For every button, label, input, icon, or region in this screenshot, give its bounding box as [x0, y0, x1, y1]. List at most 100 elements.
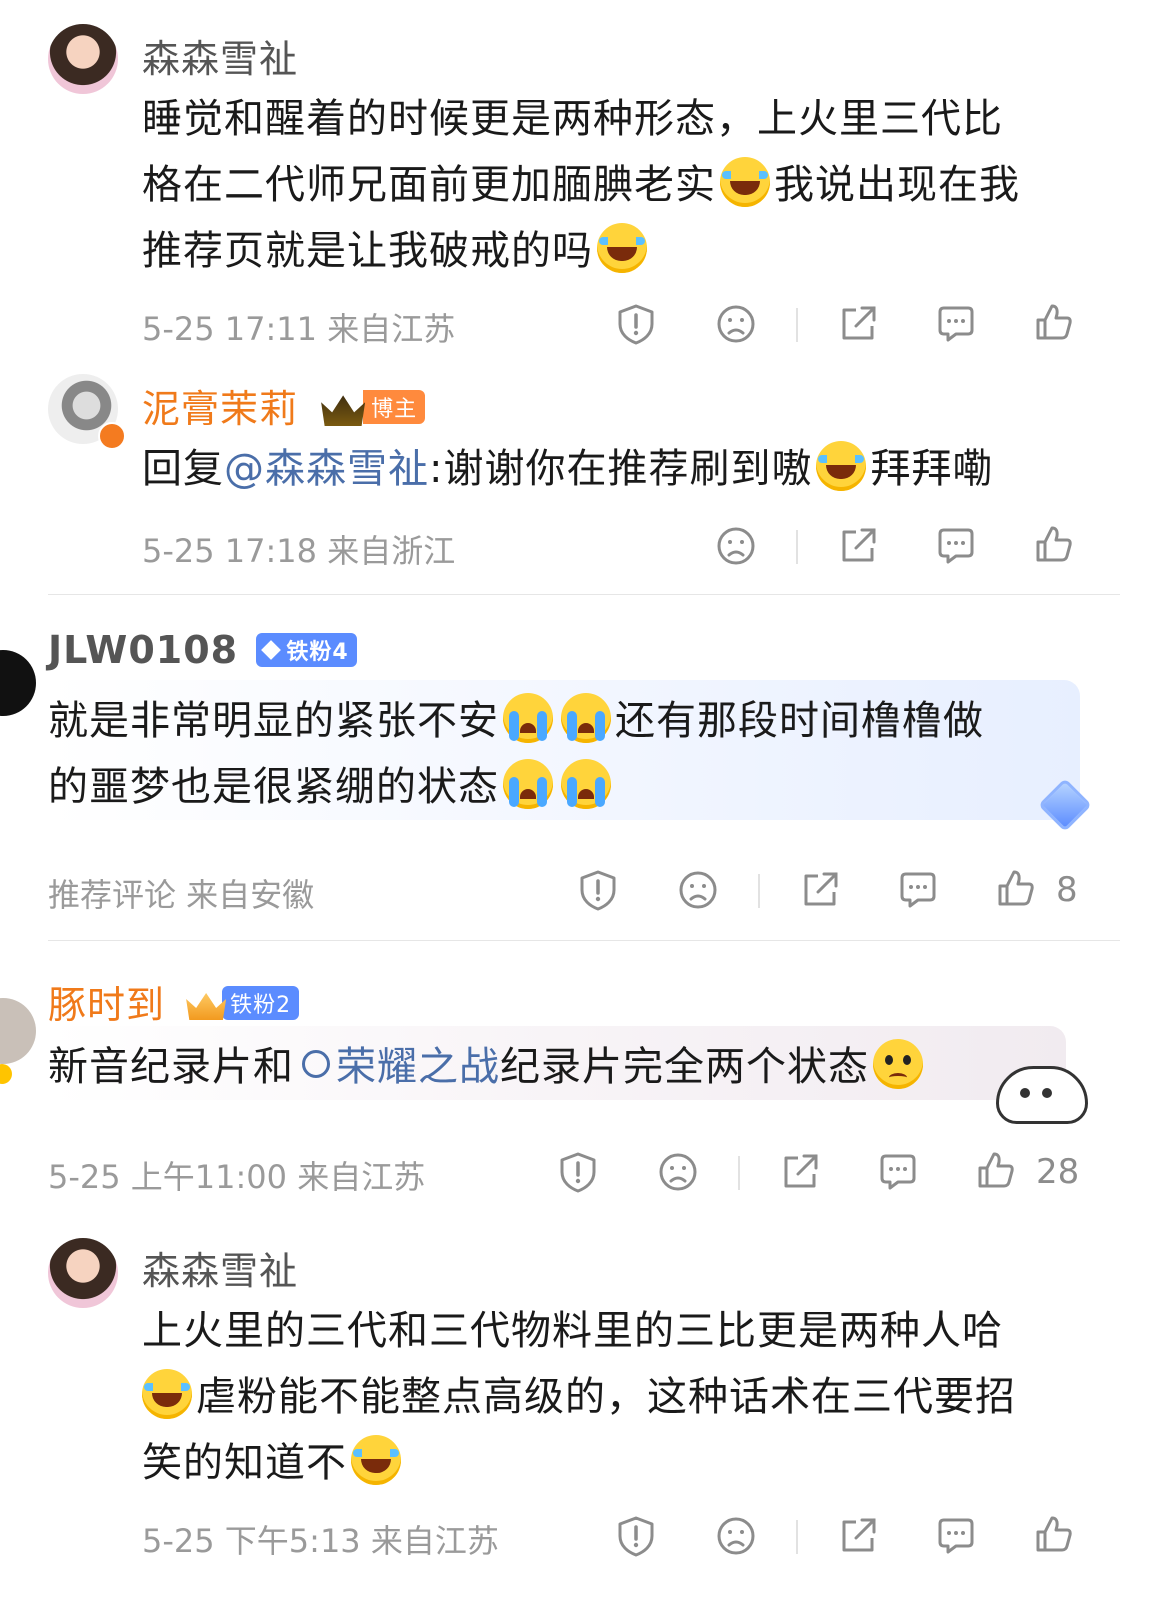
dislike-face-icon[interactable]: [714, 1514, 758, 1558]
crying-emoji-icon: [503, 693, 553, 743]
comment-text: 新音纪录片和 荣耀之战纪录片完全两个状态: [48, 1034, 927, 1100]
dislike-face-icon[interactable]: [676, 868, 720, 912]
divider: [48, 940, 1120, 941]
comment-author[interactable]: 森森雪祉: [142, 1240, 298, 1295]
comment-line: 睡觉和醒着的时候更是两种形态，上火里三代比: [142, 96, 1003, 142]
topic-link[interactable]: 荣耀之战: [336, 1044, 500, 1090]
like-icon[interactable]: [1032, 1512, 1076, 1556]
comment-text: 就是非常明显的紧张不安 还有那段时间橹橹做 的噩梦也是很紧绷的状态: [48, 688, 1068, 820]
report-icon[interactable]: [614, 1514, 658, 1558]
comment-meta: 推荐评论 来自安徽: [48, 876, 315, 914]
comment-line: 就是非常明显的紧张不安 还有那段时间橹橹做: [48, 688, 1068, 754]
comment-meta: 5-25 上午11:00 来自江苏: [48, 1158, 426, 1196]
comment-line: 虐粉能不能整点高级的，这种话术在三代要招: [142, 1364, 1102, 1430]
share-icon[interactable]: [836, 302, 880, 346]
avatar[interactable]: [0, 650, 36, 716]
comment-meta: 5-25 17:11 来自江苏: [142, 310, 456, 348]
dislike-face-icon[interactable]: [656, 1150, 700, 1194]
like-icon[interactable]: [1032, 522, 1076, 566]
laugh-cry-emoji-icon: [597, 223, 647, 273]
comment-line-segment: 纪录片完全两个状态: [500, 1044, 869, 1090]
author-name: 豚时到: [48, 983, 166, 1027]
comment-line: 格在二代师兄面前更加腼腆老实 我说出现在我: [142, 152, 1102, 218]
comment-line: 的噩梦也是很紧绷的状态: [48, 754, 1068, 820]
crying-emoji-icon: [561, 759, 611, 809]
comment-line-segment: 推荐页就是让我破戒的吗: [142, 228, 593, 274]
divider: [796, 1520, 798, 1554]
fan-badge: 铁粉4: [256, 633, 357, 667]
divider: [796, 530, 798, 564]
like-count: 28: [1036, 1152, 1080, 1192]
dislike-face-icon[interactable]: [714, 302, 758, 346]
comment-line-segment: 还有那段时间橹橹做: [615, 698, 984, 744]
laugh-cry-emoji-icon: [720, 157, 770, 207]
avatar[interactable]: [0, 998, 36, 1064]
search-icon[interactable]: [302, 1050, 330, 1078]
divider: [796, 308, 798, 342]
comment-line-segment: 的噩梦也是很紧绷的状态: [48, 764, 499, 810]
comment-text: 上火里的三代和三代物料里的三比更是两种人哈 虐粉能不能整点高级的，这种话术在三代…: [142, 1298, 1102, 1496]
comment-author[interactable]: 豚时到 铁粉2: [48, 974, 300, 1029]
comment-line: 推荐页就是让我破戒的吗: [142, 218, 1102, 284]
crown-icon: [321, 395, 366, 426]
verified-badge-icon: [98, 422, 126, 450]
report-icon[interactable]: [576, 868, 620, 912]
laugh-cry-emoji-icon: [816, 441, 867, 491]
comment-line-segment: 新音纪录片和: [48, 1044, 294, 1090]
laugh-cry-emoji-icon: [351, 1435, 401, 1485]
report-icon[interactable]: [614, 302, 658, 346]
diamond-icon: [261, 640, 282, 660]
comment-meta: 5-25 下午5:13 来自江苏: [142, 1522, 499, 1560]
hamster-sticker-icon: [996, 1066, 1088, 1124]
comment-author[interactable]: JLW0108 铁粉4: [48, 628, 357, 672]
comment-icon[interactable]: [934, 302, 978, 346]
author-name: JLW0108: [48, 628, 239, 672]
fan-badge: 铁粉2: [222, 986, 300, 1020]
like-icon[interactable]: [994, 866, 1038, 910]
share-icon[interactable]: [778, 1150, 822, 1194]
comment-line-segment: 就是非常明显的紧张不安: [48, 698, 499, 744]
mention-link[interactable]: @森森雪祉: [224, 446, 429, 492]
comment-icon[interactable]: [934, 1514, 978, 1558]
avatar[interactable]: [48, 24, 118, 94]
comment-line-segment: 我说出现在我: [774, 162, 1020, 208]
like-icon[interactable]: [1032, 300, 1076, 344]
pleading-emoji-icon: [873, 1039, 923, 1089]
comment-meta: 5-25 17:18 来自浙江: [142, 532, 456, 570]
share-icon[interactable]: [836, 1514, 880, 1558]
author-name: 泥膏茉莉: [142, 387, 299, 431]
comment-author[interactable]: 森森雪祉: [142, 28, 298, 83]
share-icon[interactable]: [798, 868, 842, 912]
comment-text: 睡觉和醒着的时候更是两种形态，上火里三代比 格在二代师兄面前更加腼腆老实 我说出现…: [142, 86, 1102, 284]
comment-icon[interactable]: [876, 1150, 920, 1194]
comment-text: 回复@森森雪祉:谢谢你在推荐刷到嗷 拜拜嘞: [142, 436, 993, 502]
status-dot-icon: [0, 1064, 12, 1084]
comment-line: 笑的知道不: [142, 1430, 1102, 1496]
share-icon[interactable]: [836, 524, 880, 568]
comment-line-segment: 虐粉能不能整点高级的，这种话术在三代要招: [196, 1374, 1016, 1420]
comment-line: 上火里的三代和三代物料里的三比更是两种人哈: [142, 1308, 1003, 1354]
crying-emoji-icon: [561, 693, 611, 743]
comment-line-segment: 拜拜嘞: [870, 446, 994, 492]
avatar[interactable]: [48, 1238, 118, 1308]
like-count: 8: [1056, 870, 1078, 910]
comment-line-segment: 笑的知道不: [142, 1440, 347, 1486]
comment-author[interactable]: 泥膏茉莉 博主: [142, 378, 426, 433]
fan-badge-label: 铁粉4: [286, 640, 349, 665]
crying-emoji-icon: [503, 759, 553, 809]
crown-icon: [186, 993, 227, 1020]
divider: [738, 1156, 740, 1190]
comment-line-segment: 格在二代师兄面前更加腼腆老实: [142, 162, 716, 208]
divider: [48, 594, 1120, 595]
divider: [758, 874, 760, 908]
report-icon[interactable]: [556, 1150, 600, 1194]
reply-prefix: 回复: [142, 446, 224, 492]
hamster-face-icon: [1020, 1088, 1030, 1098]
comment-line-segment: :谢谢你在推荐刷到嗷: [429, 446, 813, 492]
like-icon[interactable]: [974, 1148, 1018, 1192]
laugh-cry-emoji-icon: [142, 1369, 192, 1419]
blogger-badge: 博主: [363, 390, 426, 424]
comment-icon[interactable]: [896, 868, 940, 912]
comment-icon[interactable]: [934, 524, 978, 568]
dislike-face-icon[interactable]: [714, 524, 758, 568]
